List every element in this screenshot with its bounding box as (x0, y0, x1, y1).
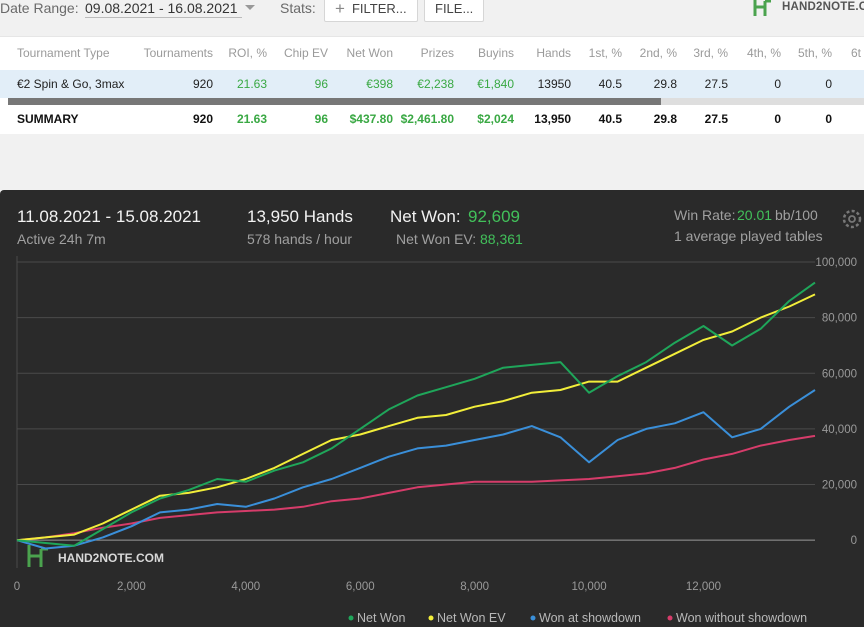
table-cell: 0 (774, 77, 781, 91)
table-cell: 96 (314, 77, 328, 91)
y-tick-label: 100,000 (815, 257, 857, 269)
net-won-ev-label: Net Won EV: (396, 231, 477, 247)
x-tick-label: 10,000 (571, 581, 606, 593)
results-chart[interactable]: 100,000 80,000 60,000 40,000 20,000 0 0 2,000 4,… (0, 190, 864, 627)
column-header[interactable]: Buyins (478, 39, 514, 67)
win-rate-value: 20.01 (737, 207, 773, 223)
legend-item: Won without showdown (676, 611, 807, 625)
table-cell: 29.8 (653, 112, 677, 126)
table-cell: $2,024 (477, 112, 514, 126)
net-won-ev-value: 88,361 (480, 231, 523, 247)
x-tick-label: 2,000 (117, 581, 146, 593)
column-header[interactable]: 2nd, % (640, 39, 677, 67)
column-header[interactable]: 1st, % (589, 39, 622, 67)
chevron-down-icon[interactable] (245, 5, 255, 10)
y-tick-label: 0 (851, 535, 857, 547)
table-cell: 27.5 (704, 112, 728, 126)
x-tick-label: 8,000 (460, 581, 489, 593)
column-header[interactable]: Prizes (421, 39, 454, 67)
table-row[interactable]: €2 Spin & Go, 3max 920 21.63 96 €398 €2,… (0, 70, 864, 98)
x-tick-label: 0 (14, 581, 20, 593)
legend-item: Net Won (357, 611, 405, 625)
column-header[interactable]: Tournaments (144, 39, 213, 67)
summary-row: SUMMARY 920 21.63 96 $437.80 $2,461.80 $… (0, 105, 864, 133)
y-tick-label: 20,000 (822, 480, 857, 492)
table-header: Tournament Type Tournaments ROI, % Chip … (0, 39, 864, 67)
table-cell: 920 (192, 112, 213, 126)
column-header[interactable]: Tournament Type (17, 39, 110, 67)
legend-marker (667, 615, 673, 621)
table-cell: 13,950 (534, 112, 571, 126)
column-header[interactable]: ROI, % (228, 39, 267, 67)
table-cell: €398 (366, 77, 393, 91)
tournament-type-cell: €2 Spin & Go, 3max (17, 77, 125, 91)
table-cell: 13950 (537, 77, 571, 91)
table-cell: 0 (825, 112, 832, 126)
table-cell: $437.80 (349, 112, 393, 126)
date-range-picker[interactable]: 09.08.2021 - 16.08.2021 (85, 0, 242, 18)
column-header[interactable]: Hands (536, 39, 571, 67)
date-range-label: Date Range: (0, 0, 79, 16)
y-tick-label: 40,000 (822, 424, 857, 436)
net-won-value: 92,609 (468, 207, 520, 226)
legend-marker (428, 615, 434, 621)
hands-count: 13,950 Hands (247, 207, 353, 226)
results-graph-panel: 100,000 80,000 60,000 40,000 20,000 0 0 2,000 4,… (0, 190, 864, 627)
series-line-won-at-showdown (16, 389, 816, 550)
column-header[interactable]: 3rd, % (693, 39, 728, 67)
x-tick-label: 4,000 (231, 581, 260, 593)
table-cell: 96 (314, 112, 328, 126)
win-rate-unit: bb/100 (775, 207, 818, 223)
hand2note-logo-icon (753, 0, 771, 16)
win-rate-label: Win Rate: (674, 207, 736, 223)
average-tables: 1 average played tables (674, 228, 823, 244)
file-button-label: FILE... (435, 1, 474, 16)
column-header[interactable]: Net Won (347, 39, 393, 67)
graph-date-range: 11.08.2021 - 15.08.2021 (17, 207, 202, 226)
table-cell: 0 (825, 77, 832, 91)
stats-label: Stats: (280, 0, 316, 16)
hands-per-hour: 578 hands / hour (247, 231, 353, 247)
table-cell: 0 (774, 112, 781, 126)
scrollbar-thumb[interactable] (8, 98, 661, 105)
legend-item: Net Won EV (437, 611, 506, 625)
horizontal-scrollbar[interactable] (8, 98, 864, 105)
table-cell: 21.63 (236, 112, 267, 126)
legend-marker (530, 615, 536, 621)
column-header[interactable]: 4th, % (747, 39, 781, 67)
column-header[interactable]: Chip EV (284, 39, 328, 67)
y-tick-label: 60,000 (822, 368, 857, 380)
plus-icon: + (335, 0, 345, 18)
table-cell: 40.5 (598, 77, 622, 91)
filter-button-label: FILTER... (351, 1, 407, 16)
legend-item: Won at showdown (539, 611, 641, 625)
y-tick-label: 80,000 (822, 313, 857, 325)
legend-marker (348, 615, 354, 621)
table-cell: €1,840 (477, 77, 514, 91)
tournament-table: Tournament Type Tournaments ROI, % Chip … (0, 36, 864, 134)
x-tick-label: 12,000 (686, 581, 721, 593)
logo-text: HAND2NOTE.CO (782, 1, 864, 13)
app-window: { "toolbar": { "date_range_label": "Date… (0, 0, 864, 627)
table-cell: 27.5 (704, 77, 728, 91)
active-time: Active 24h 7m (17, 231, 106, 247)
watermark-text: HAND2NOTE.COM (58, 551, 164, 565)
gear-icon[interactable] (840, 207, 864, 231)
table-cell: 920 (192, 77, 213, 91)
column-header[interactable]: 5th, % (798, 39, 832, 67)
table-cell: 21.63 (236, 77, 267, 91)
filter-button[interactable]: + FILTER... (324, 0, 418, 22)
net-won-label: Net Won: (390, 207, 461, 226)
table-cell: €2,238 (417, 77, 454, 91)
column-header[interactable]: 6t (851, 39, 861, 67)
file-button[interactable]: FILE... (424, 0, 485, 22)
summary-label: SUMMARY (17, 112, 79, 126)
table-cell: 40.5 (598, 112, 622, 126)
x-tick-label: 6,000 (346, 581, 375, 593)
top-toolbar: Date Range: 09.08.2021 - 16.08.2021 Stat… (0, 0, 864, 30)
table-cell: $2,461.80 (400, 112, 454, 126)
table-cell: 29.8 (653, 77, 677, 91)
